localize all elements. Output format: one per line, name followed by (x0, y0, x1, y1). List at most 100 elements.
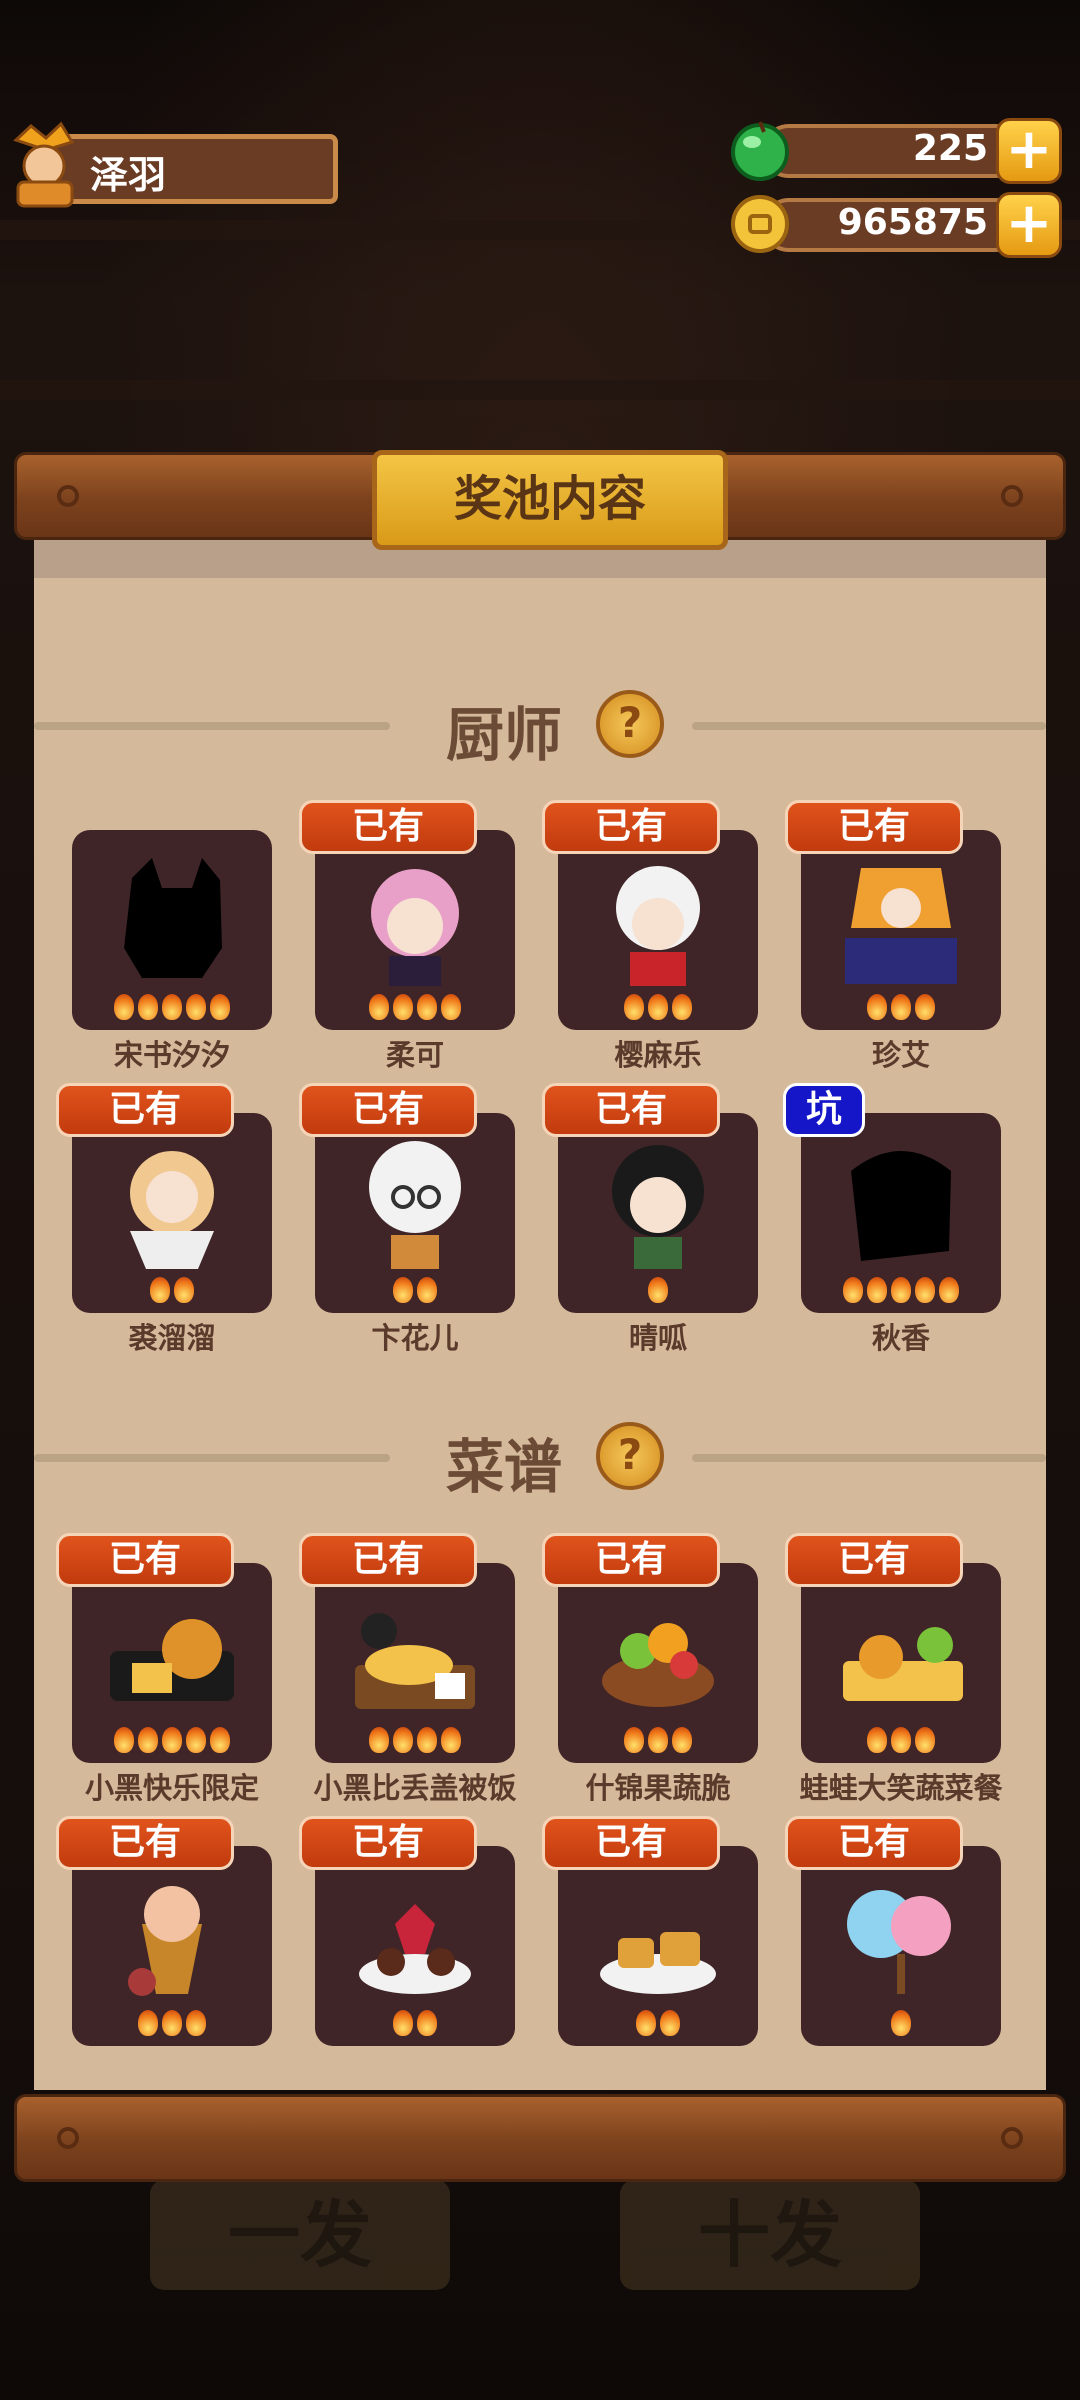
recipe-card[interactable]: 已有 什锦果蔬脆 (542, 1533, 758, 1805)
gem-counter: 225 + (722, 118, 1062, 184)
flame-icon (393, 994, 413, 1020)
player-profile[interactable]: 泽羽 (6, 120, 338, 210)
recipe-card-frame (315, 1846, 515, 2046)
dish-icon (847, 1890, 951, 1994)
flame-icon (114, 1727, 134, 1753)
scroll-bottom-rod (14, 2094, 1066, 2182)
chef-card[interactable]: 已有 卞花儿 (299, 1083, 515, 1355)
recipe-card-frame (801, 1846, 1001, 2046)
panel-title: 奖池内容 (453, 471, 646, 527)
flame-rating (315, 1727, 515, 1757)
flame-rating (315, 1277, 515, 1307)
chef-card[interactable]: 宋书汐汐 (72, 830, 272, 1072)
recipe-name: 蛙蛙大笑蔬菜餐 (799, 1771, 1003, 1805)
player-name: 泽羽 (90, 153, 167, 197)
flame-icon (186, 1727, 206, 1753)
chef-card[interactable]: 已有 晴呱 (542, 1083, 758, 1355)
owned-badge: 已有 (299, 1816, 477, 1870)
recipe-card-frame (315, 1563, 515, 1763)
chef-card[interactable]: 已有裘溜溜 (56, 1083, 272, 1355)
flame-icon (417, 1727, 437, 1753)
chef-name: 秋香 (871, 1321, 930, 1355)
flame-icon (393, 1277, 413, 1303)
flame-icon (162, 1727, 182, 1753)
recipe-card[interactable]: 已有 (299, 1816, 515, 2076)
coin-counter: 965875 + (722, 192, 1062, 258)
flame-icon (648, 1727, 668, 1753)
chef-name: 樱麻乐 (614, 1038, 702, 1072)
chef-card[interactable]: 已有樱麻乐 (542, 800, 758, 1072)
add-coin-button[interactable]: + (996, 192, 1062, 258)
flame-icon (672, 994, 692, 1020)
gold-coin-icon (731, 195, 789, 253)
recipe-card-frame (72, 1563, 272, 1763)
owned-badge: 已有 (56, 1533, 234, 1587)
owned-badge: 已有 (56, 1816, 234, 1870)
recipe-card-frame (72, 1846, 272, 2046)
flame-rating (801, 2010, 1001, 2040)
flame-rating (801, 1727, 1001, 1757)
chef-portrait-icon (612, 1145, 704, 1269)
flame-icon (138, 1727, 158, 1753)
chef-portrait-icon (851, 1151, 951, 1261)
chef-card-frame (72, 1113, 272, 1313)
chef-card[interactable]: 坑秋香 (783, 1083, 1001, 1355)
flame-icon (441, 994, 461, 1020)
flame-rating (558, 1727, 758, 1757)
chef-section-header: 厨师 ? (34, 680, 1046, 770)
flame-rating (558, 2010, 758, 2040)
recipe-help-button[interactable]: ? (596, 1422, 664, 1490)
dish-icon (600, 1932, 716, 1994)
recipe-card[interactable]: 已有小黑快乐限定 (56, 1533, 272, 1805)
chef-card[interactable]: 已有 柔可 (299, 800, 515, 1072)
chef-help-button[interactable]: ? (596, 690, 664, 758)
recipe-card[interactable]: 已有 (785, 1816, 1001, 2076)
chef-portrait-icon (130, 1151, 214, 1269)
chef-name: 裘溜溜 (128, 1321, 216, 1355)
chef-portrait-icon (369, 1141, 461, 1269)
flame-icon (393, 1727, 413, 1753)
recipe-name: 小黑快乐限定 (84, 1771, 259, 1805)
chef-section-title: 厨师 (446, 701, 563, 769)
flame-icon (417, 1277, 437, 1303)
flame-icon (636, 2010, 656, 2036)
flame-icon (891, 2010, 911, 2036)
owned-badge: 已有 (542, 800, 720, 854)
chef-portrait-icon (845, 868, 957, 984)
flame-rating (72, 2010, 272, 2040)
add-gem-button[interactable]: + (996, 118, 1062, 184)
flame-icon (210, 994, 230, 1020)
recipe-card[interactable]: 已有 (542, 1816, 758, 2076)
recipe-section-header: 菜谱 ? (34, 1412, 1046, 1502)
owned-badge: 已有 (56, 1083, 234, 1137)
flame-icon (891, 1277, 911, 1303)
owned-badge: 已有 (785, 1533, 963, 1587)
flame-icon (174, 1277, 194, 1303)
flame-icon (162, 2010, 182, 2036)
dish-icon (843, 1627, 963, 1701)
flame-rating (72, 994, 272, 1024)
recipe-section-title: 菜谱 (446, 1433, 563, 1501)
chef-card-frame (72, 830, 272, 1030)
chef-name: 晴呱 (628, 1321, 687, 1355)
flame-icon (210, 1727, 230, 1753)
chef-card[interactable]: 已有 珍艾 (785, 800, 1001, 1072)
dish-icon (110, 1619, 234, 1701)
recipe-card[interactable]: 已有 小黑比丢盖被饭 (299, 1533, 517, 1805)
owned-badge: 已有 (542, 1533, 720, 1587)
recipe-card[interactable]: 已有蛙蛙大笑蔬菜餐 (785, 1533, 1003, 1805)
flame-icon (417, 994, 437, 1020)
flame-rating (315, 994, 515, 1024)
flame-rating (72, 1277, 272, 1307)
flame-icon (867, 1277, 887, 1303)
flame-icon (648, 994, 668, 1020)
flame-icon (138, 994, 158, 1020)
chef-card-frame (558, 830, 758, 1030)
flame-icon (843, 1277, 863, 1303)
flame-icon (939, 1277, 959, 1303)
flame-icon (162, 994, 182, 1020)
flame-icon (891, 994, 911, 1020)
recipe-card[interactable]: 已有 (56, 1816, 272, 2076)
owned-badge: 已有 (299, 1533, 477, 1587)
panel-title-plaque: 奖池内容 (372, 450, 728, 550)
